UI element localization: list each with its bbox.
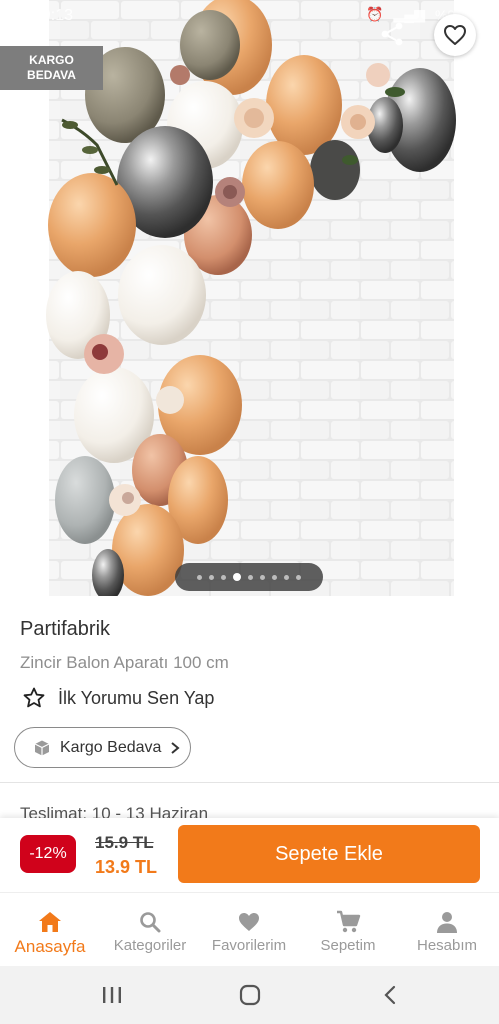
current-price: 13.9 TL bbox=[95, 857, 158, 877]
nav-item-cart[interactable]: Sepetim bbox=[298, 893, 398, 967]
back-system-button[interactable] bbox=[370, 980, 410, 1010]
home-icon bbox=[39, 912, 61, 932]
share-button[interactable] bbox=[374, 16, 410, 52]
nav-label-account: Hesabım bbox=[416, 937, 478, 954]
cargo-chip-label: Kargo Bedava bbox=[60, 738, 162, 756]
arrow-left-icon bbox=[29, 26, 49, 44]
nav-item-account[interactable]: Hesabım bbox=[397, 893, 497, 967]
brand-name[interactable]: Partifabrik bbox=[20, 618, 110, 641]
badge-line-1: KARGO bbox=[29, 53, 74, 67]
pagination-dot[interactable] bbox=[272, 574, 277, 580]
discount-badge: -12% bbox=[20, 835, 76, 873]
nav-item-favorites[interactable]: Favorilerim bbox=[199, 893, 299, 967]
nav-label-cart: Sepetim bbox=[320, 937, 376, 954]
pagination-dot[interactable] bbox=[260, 574, 265, 580]
write-first-review-link[interactable]: İlk Yorumu Sen Yap bbox=[22, 686, 214, 710]
pagination-dot[interactable] bbox=[248, 574, 253, 580]
product-title: Zincir Balon Aparatı 100 cm bbox=[20, 653, 229, 672]
old-price: 15.9 TL bbox=[95, 833, 154, 852]
home-system-button[interactable] bbox=[230, 980, 270, 1010]
chevron-right-icon bbox=[171, 741, 180, 754]
pagination-dot[interactable] bbox=[296, 574, 301, 580]
cart-icon bbox=[337, 910, 361, 933]
nav-item-categories[interactable]: Kategoriler bbox=[100, 893, 200, 967]
nav-label-favorites: Favorilerim bbox=[211, 937, 287, 954]
pagination-dot[interactable] bbox=[221, 574, 226, 580]
bottom-navigation: Anasayfa Kategoriler Favorilerim Sepetim… bbox=[0, 892, 499, 966]
image-pagination[interactable] bbox=[175, 563, 323, 591]
pagination-dot[interactable] bbox=[284, 574, 289, 580]
free-shipping-badge: KARGO BEDAVA bbox=[0, 46, 103, 90]
review-link-label: İlk Yorumu Sen Yap bbox=[58, 687, 215, 708]
home-circle-icon bbox=[239, 984, 261, 1006]
divider bbox=[0, 782, 499, 783]
price-bar: -12% 15.9 TL 13.9 TL Sepete Ekle bbox=[0, 818, 499, 892]
nav-label-categories: Kategoriler bbox=[113, 937, 187, 954]
nav-item-home[interactable]: Anasayfa bbox=[0, 893, 100, 967]
chevron-left-icon bbox=[384, 985, 396, 1005]
search-icon bbox=[140, 912, 161, 933]
pagination-dot-active[interactable] bbox=[233, 573, 241, 581]
star-outline-icon bbox=[23, 687, 45, 708]
recent-apps-button[interactable] bbox=[92, 980, 132, 1010]
box-icon bbox=[34, 740, 50, 755]
pagination-dot[interactable] bbox=[209, 574, 214, 580]
share-icon bbox=[381, 22, 403, 46]
user-icon bbox=[437, 912, 457, 933]
nav-label-home: Anasayfa bbox=[14, 937, 86, 956]
recent-apps-icon bbox=[103, 987, 121, 1003]
status-bar: 19:13 ⏰ ▂▄▆ %92 bbox=[0, 0, 499, 32]
favorite-button[interactable] bbox=[434, 14, 476, 56]
product-image-gallery[interactable]: 19:13 ⏰ ▂▄▆ %92 KARGO BEDAVA bbox=[0, 0, 499, 596]
system-navigation-bar bbox=[0, 966, 499, 1024]
heart-icon bbox=[239, 913, 259, 931]
pagination-dot[interactable] bbox=[197, 574, 202, 580]
free-cargo-chip[interactable]: Kargo Bedava bbox=[14, 727, 191, 768]
add-to-cart-button[interactable]: Sepete Ekle bbox=[178, 825, 480, 883]
heart-outline-icon bbox=[444, 25, 466, 45]
badge-line-2: BEDAVA bbox=[27, 68, 76, 82]
